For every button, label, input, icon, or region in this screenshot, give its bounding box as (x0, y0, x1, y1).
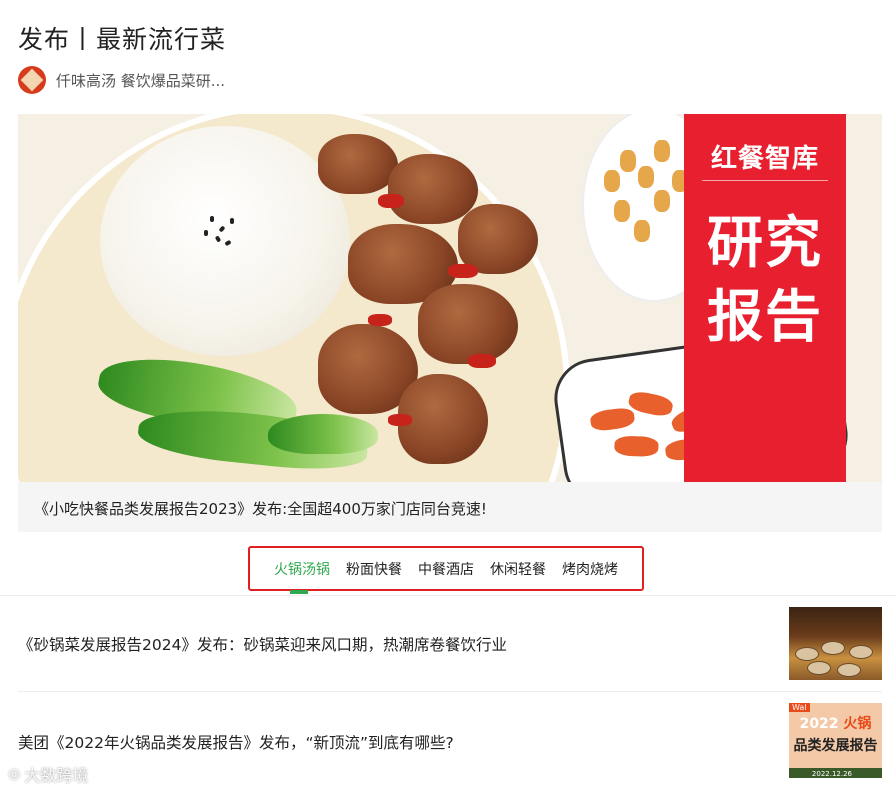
page-title: 发布丨最新流行菜 (18, 25, 227, 54)
report-banner-panel: 红餐智库 研究 报告 (684, 114, 846, 482)
banner-caption-text[interactable]: 《小吃快餐品类发展报告2023》发布:全国超400万家门店同台竞速! (34, 498, 487, 519)
tab-noodles-fastfood[interactable]: 粉面快餐 (338, 559, 410, 579)
banner-caption[interactable]: 《小吃快餐品类发展报告2023》发布:全国超400万家门店同台竞速! (18, 482, 882, 532)
thumbnail-text: 2022 (799, 716, 839, 732)
banner-image[interactable]: 红餐智库 研究 报告 (18, 114, 882, 482)
thumbnail-date: 2022.12.26 (811, 770, 852, 778)
thumbnail-text: 火锅 (843, 716, 872, 732)
article-title[interactable]: 《砂锅菜发展报告2024》发布：砂锅菜迎来风口期，热潮席卷餐饮行业 (18, 633, 507, 655)
thumbnail-tag: Wal (789, 703, 810, 712)
author-avatar-icon[interactable] (18, 66, 46, 94)
watermark-logo-icon: ◎ (8, 766, 21, 782)
tab-hotpot[interactable]: 火锅汤锅 (266, 559, 338, 579)
active-tab-indicator (290, 590, 308, 594)
watermark-text: 大数跨境 (24, 766, 89, 785)
article-item[interactable]: 《砂锅菜发展报告2024》发布：砂锅菜迎来风口期，热潮席卷餐饮行业 (18, 607, 882, 691)
banner-headline-1: 研究 (707, 211, 823, 276)
article-thumbnail[interactable] (789, 607, 882, 680)
article-thumbnail[interactable]: Wal 2022 火锅 品类发展报告 2022.12.26 (789, 703, 882, 778)
thumbnail-text: 品类发展报告 (793, 738, 878, 754)
author-row[interactable]: 仟味高汤 餐饮爆品菜研... (18, 66, 225, 94)
tab-bbq[interactable]: 烤肉烧烤 (554, 559, 626, 579)
tab-casual-dining[interactable]: 休闲轻餐 (482, 559, 554, 579)
divider (0, 595, 896, 596)
article-title[interactable]: 美团《2022年火锅品类发展报告》发布，“新顶流”到底有哪些? (18, 731, 454, 753)
category-tabs: 火锅汤锅 粉面快餐 中餐酒店 休闲轻餐 烤肉烧烤 (248, 546, 644, 591)
rice-illustration (100, 126, 350, 356)
tab-chinese-restaurant[interactable]: 中餐酒店 (410, 559, 482, 579)
banner-headline-2: 报告 (707, 285, 823, 350)
divider (18, 691, 882, 692)
banner-brand: 红餐智库 (710, 144, 819, 174)
article-item[interactable]: 美团《2022年火锅品类发展报告》发布，“新顶流”到底有哪些? (18, 703, 882, 779)
author-name[interactable]: 仟味高汤 餐饮爆品菜研... (56, 70, 225, 91)
watermark: ◎ 大数跨境 (8, 762, 88, 786)
